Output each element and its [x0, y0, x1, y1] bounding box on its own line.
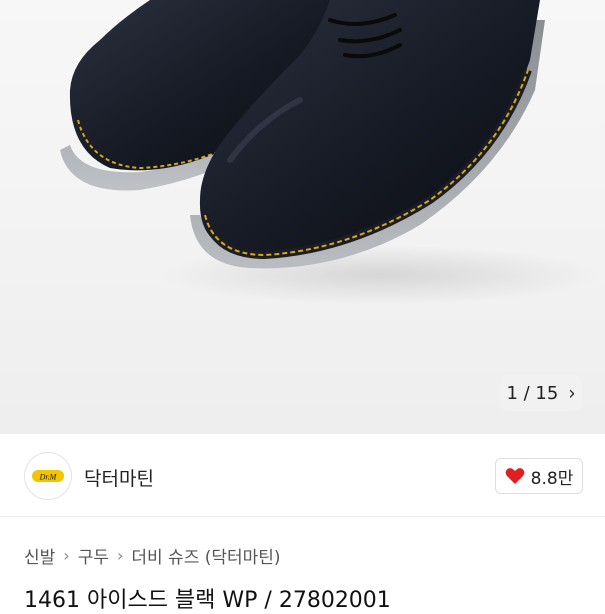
breadcrumb-item-derby-shoes[interactable]: 더비 슈즈 (닥터마틴)	[131, 543, 280, 568]
product-title: 1461 아이스드 블랙 WP / 27802001	[24, 588, 391, 613]
product-image	[60, 0, 600, 305]
chevron-right-icon: ›	[568, 381, 576, 405]
breadcrumb-item-dress-shoes[interactable]: 구두	[78, 543, 109, 568]
image-counter-text: 1 / 15	[506, 382, 559, 404]
like-count: 8.8만	[530, 468, 574, 489]
brand-name[interactable]: 닥터마틴	[84, 464, 154, 491]
chevron-right-icon: ›	[116, 546, 124, 565]
product-image-gallery[interactable]: 1 / 15 ›	[0, 0, 605, 434]
breadcrumb-item-shoes[interactable]: 신발	[24, 543, 55, 568]
chevron-right-icon: ›	[63, 546, 70, 565]
svg-text:Dr.M: Dr.M	[39, 473, 58, 482]
breadcrumb: 신발 › 구두 › 더비 슈즈 (닥터마틴)	[24, 543, 281, 568]
dr-martens-logo-icon: Dr.M	[32, 470, 64, 482]
image-counter[interactable]: 1 / 15 ›	[500, 375, 582, 411]
heart-icon	[505, 468, 525, 484]
like-button[interactable]: 8.8만	[495, 458, 583, 494]
brand-row[interactable]: Dr.M 닥터마틴 8.8만	[0, 434, 605, 517]
brand-logo[interactable]: Dr.M	[24, 452, 72, 500]
